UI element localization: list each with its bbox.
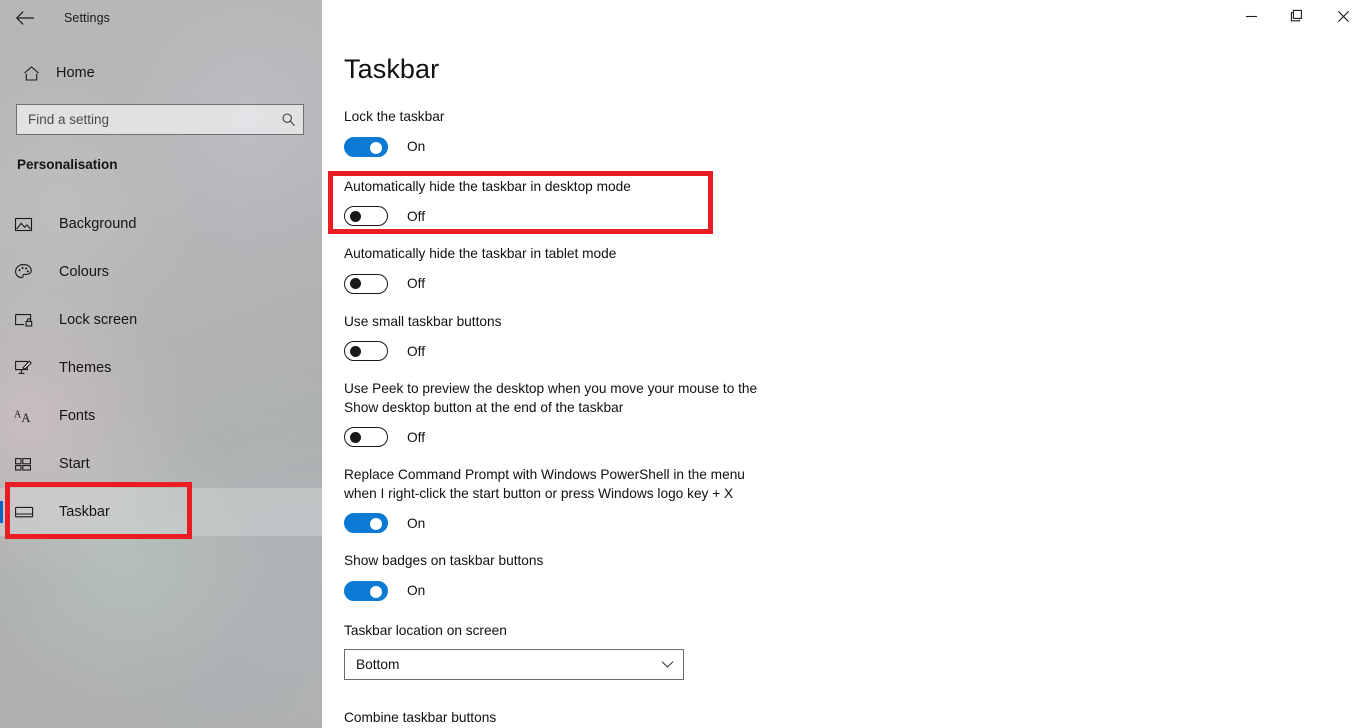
dropdown-taskbar-location[interactable]: Bottom: [344, 649, 684, 680]
lock-screen-icon: [14, 312, 46, 329]
toggle-auto-hide-desktop-mode[interactable]: [344, 206, 388, 226]
settings-window: Home Find a setting Personalisation Back…: [0, 0, 1366, 728]
sidebar-item-label: Background: [59, 216, 137, 232]
toggle-replace-command-prompt[interactable]: [344, 513, 388, 533]
setting-label: Replace Command Prompt with Windows Powe…: [344, 467, 745, 501]
sidebar-item-themes[interactable]: Themes: [0, 344, 322, 392]
sidebar-item-fonts[interactable]: A A Fonts: [0, 392, 322, 440]
close-button[interactable]: [1320, 0, 1366, 32]
toggle-state-label: Off: [407, 208, 426, 224]
toggle-auto-hide-tablet-mode[interactable]: [344, 273, 388, 294]
back-arrow-icon: [15, 11, 34, 25]
toggle-use-small-taskbar-buttons[interactable]: [344, 341, 388, 361]
toggle-state-label: On: [407, 515, 426, 531]
sidebar-item-label: Themes: [59, 360, 112, 376]
setting-auto-hide-desktop-mode: Automatically hide the taskbar in deskto…: [344, 178, 804, 226]
search-input[interactable]: Find a setting: [16, 104, 304, 135]
sidebar-nav: Background Colours Lock screen Themes A …: [0, 200, 322, 536]
sidebar-item-taskbar[interactable]: Taskbar: [0, 488, 322, 536]
toggle-lock-the-taskbar[interactable]: [344, 136, 388, 157]
toggle-use-peek[interactable]: [344, 427, 388, 447]
sidebar-home-label: Home: [56, 65, 95, 81]
taskbar-icon: [14, 504, 46, 520]
setting-label: Automatically hide the taskbar in deskto…: [344, 178, 631, 194]
main-content: Taskbar Lock the taskbar On Automaticall…: [322, 0, 1366, 728]
toggle-row[interactable]: Off: [344, 273, 804, 294]
dropdown-value: Bottom: [356, 657, 400, 672]
setting-combine-taskbar-buttons: Combine taskbar buttons: [344, 709, 804, 728]
brush-monitor-icon: [14, 359, 46, 377]
setting-label: Automatically hide the taskbar in tablet…: [344, 246, 617, 261]
setting-label: Show badges on taskbar buttons: [344, 553, 544, 568]
setting-auto-hide-tablet-mode: Automatically hide the taskbar in tablet…: [344, 245, 804, 294]
toggle-state-label: On: [407, 583, 426, 598]
title-bar: Settings: [0, 0, 1366, 36]
sidebar-item-start[interactable]: Start: [0, 440, 322, 488]
toggle-row[interactable]: Off: [344, 341, 804, 361]
setting-use-small-taskbar-buttons: Use small taskbar buttons Off: [344, 313, 804, 361]
minimize-icon: [1245, 15, 1257, 17]
chevron-down-icon: [651, 660, 683, 669]
sidebar-item-label: Fonts: [59, 408, 96, 424]
sidebar-item-label: Lock screen: [59, 312, 138, 328]
toggle-row[interactable]: On: [344, 580, 804, 601]
start-tiles-icon: [14, 456, 46, 473]
sidebar-item-background[interactable]: Background: [0, 200, 322, 248]
minimize-button[interactable]: [1228, 0, 1274, 32]
toggle-row[interactable]: On: [344, 513, 804, 533]
sidebar-item-lock-screen[interactable]: Lock screen: [0, 296, 322, 344]
sidebar-group-title: Personalisation: [17, 157, 118, 172]
toggle-row[interactable]: Off: [344, 206, 804, 226]
sidebar: Home Find a setting Personalisation Back…: [0, 0, 322, 728]
title-bar-left: Settings: [0, 0, 110, 36]
setting-label: Lock the taskbar: [344, 109, 445, 124]
settings-list: Lock the taskbar On Automatically hide t…: [344, 108, 804, 728]
setting-use-peek: Use Peek to preview the desktop when you…: [344, 380, 804, 447]
window-controls: [1228, 0, 1366, 32]
setting-label: Use Peek to preview the desktop when you…: [344, 381, 758, 415]
toggle-state-label: Off: [407, 276, 426, 291]
picture-icon: [14, 216, 46, 233]
svg-text:A: A: [21, 411, 30, 425]
sidebar-item-label: Colours: [59, 264, 109, 280]
setting-lock-the-taskbar: Lock the taskbar On: [344, 108, 804, 157]
close-icon: [1337, 10, 1349, 22]
sidebar-item-label: Start: [59, 456, 90, 472]
search-icon: [273, 112, 303, 127]
app-title: Settings: [64, 11, 110, 25]
setting-taskbar-location: Taskbar location on screen Bottom: [344, 622, 804, 680]
toggle-state-label: On: [407, 139, 426, 154]
font-aa-icon: A A: [14, 408, 46, 425]
setting-show-badges: Show badges on taskbar buttons On: [344, 552, 804, 601]
toggle-row[interactable]: On: [344, 136, 804, 157]
sidebar-item-colours[interactable]: Colours: [0, 248, 322, 296]
restore-icon: [1290, 9, 1302, 22]
home-icon: [12, 65, 50, 82]
toggle-row[interactable]: Off: [344, 427, 804, 447]
setting-label: Use small taskbar buttons: [344, 313, 502, 329]
palette-icon: [14, 263, 46, 281]
dropdown-label: Taskbar location on screen: [344, 622, 507, 638]
toggle-show-badges[interactable]: [344, 580, 388, 601]
search-placeholder: Find a setting: [28, 112, 110, 127]
back-button[interactable]: [2, 2, 48, 34]
sidebar-scroll-region: Home Find a setting Personalisation Back…: [0, 0, 322, 728]
dropdown-label: Combine taskbar buttons: [344, 710, 497, 725]
page-title: Taskbar: [344, 54, 440, 84]
toggle-state-label: Off: [407, 343, 426, 359]
sidebar-item-home[interactable]: Home: [12, 56, 310, 90]
toggle-state-label: Off: [407, 429, 426, 445]
sidebar-item-label: Taskbar: [59, 504, 110, 520]
restore-button[interactable]: [1274, 0, 1320, 32]
setting-replace-command-prompt: Replace Command Prompt with Windows Powe…: [344, 466, 804, 533]
